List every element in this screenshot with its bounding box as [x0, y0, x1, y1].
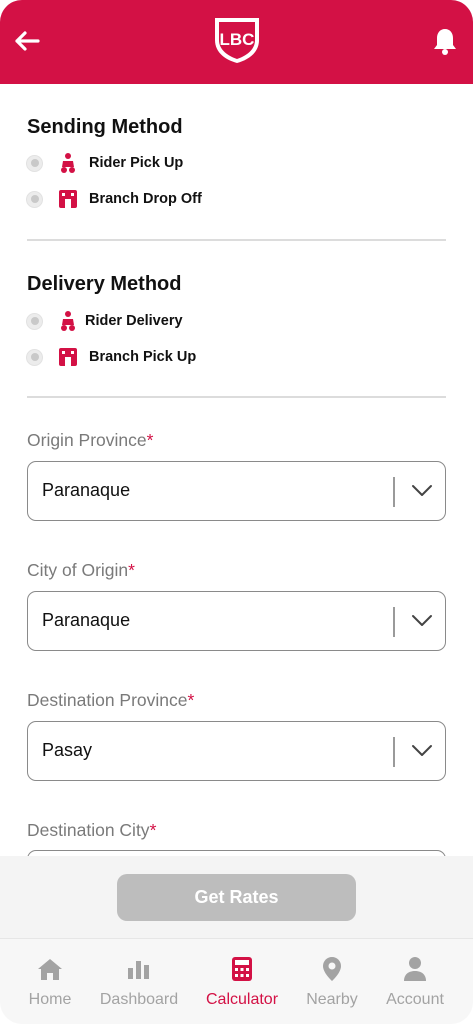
nav-label: Home	[28, 991, 72, 1008]
section-divider	[27, 396, 446, 398]
calculator-icon	[228, 955, 256, 983]
radio-button[interactable]	[26, 312, 43, 330]
branch-icon	[57, 188, 79, 210]
select-separator	[393, 737, 395, 767]
nav-nearby[interactable]: Nearby	[300, 939, 364, 1024]
lbc-logo: LBC	[215, 18, 259, 63]
radio-label: Rider Pick Up	[89, 155, 184, 171]
nav-label: Dashboard	[99, 991, 179, 1008]
radio-branch-drop-off[interactable]: Branch Drop Off	[26, 187, 202, 211]
nav-label: Account	[386, 991, 444, 1008]
select-separator	[393, 477, 395, 507]
scooter-icon	[57, 310, 79, 332]
arrow-left-icon	[15, 31, 40, 51]
city-of-origin-label: City of Origin*	[27, 560, 135, 580]
origin-province-select[interactable]: Paranaque	[27, 461, 446, 521]
branch-icon	[57, 346, 79, 368]
form-content[interactable]: Sending Method Rider Pick Up Branch Drop…	[0, 84, 473, 856]
nav-calculator[interactable]: Calculator	[200, 939, 284, 1024]
delivery-method-title: Delivery Method	[27, 273, 182, 295]
nav-account[interactable]: Account	[380, 939, 450, 1024]
bottom-navigation: Home Dashboard Calculator Nearby Account	[0, 938, 473, 1024]
chevron-down-icon	[412, 615, 432, 626]
scooter-icon	[57, 152, 79, 174]
svg-text:LBC: LBC	[220, 30, 255, 49]
chevron-down-icon	[412, 745, 432, 756]
nav-home[interactable]: Home	[22, 939, 78, 1024]
select-value: Pasay	[42, 740, 93, 760]
get-rates-button[interactable]: Get Rates	[117, 874, 356, 921]
radio-button[interactable]	[26, 154, 43, 172]
nav-label: Nearby	[306, 991, 358, 1008]
home-icon	[36, 955, 64, 983]
notifications-button[interactable]	[432, 26, 458, 56]
bell-icon	[434, 29, 456, 55]
back-button[interactable]	[12, 26, 42, 56]
radio-label: Branch Drop Off	[89, 191, 202, 207]
sending-method-title: Sending Method	[27, 116, 183, 138]
select-value: Paranaque	[42, 480, 131, 500]
city-of-origin-select[interactable]: Paranaque	[27, 591, 446, 651]
location-pin-icon	[318, 955, 346, 983]
destination-province-label: Destination Province*	[27, 690, 195, 710]
destination-city-label: Destination City*	[27, 820, 157, 840]
user-icon	[401, 955, 429, 983]
nav-label: Calculator	[205, 991, 279, 1008]
select-separator	[393, 607, 395, 637]
section-divider	[27, 239, 446, 241]
bar-chart-icon	[125, 955, 153, 983]
radio-button[interactable]	[26, 190, 43, 208]
radio-rider-pick-up[interactable]: Rider Pick Up	[26, 151, 183, 175]
app-screen: LBC Sending Method Rider Pick Up Branch …	[0, 0, 473, 1024]
radio-rider-delivery[interactable]: Rider Delivery	[26, 309, 183, 333]
nav-dashboard[interactable]: Dashboard	[95, 939, 183, 1024]
destination-province-select[interactable]: Pasay	[27, 721, 446, 781]
chevron-down-icon	[412, 485, 432, 496]
radio-button[interactable]	[26, 348, 43, 366]
origin-province-label: Origin Province*	[27, 430, 154, 450]
radio-label: Branch Pick Up	[89, 349, 197, 365]
app-header: LBC	[0, 0, 473, 84]
select-value: Paranaque	[42, 610, 131, 630]
action-bar: Get Rates	[0, 856, 473, 938]
radio-label: Rider Delivery	[85, 313, 183, 329]
radio-branch-pick-up[interactable]: Branch Pick Up	[26, 345, 196, 369]
